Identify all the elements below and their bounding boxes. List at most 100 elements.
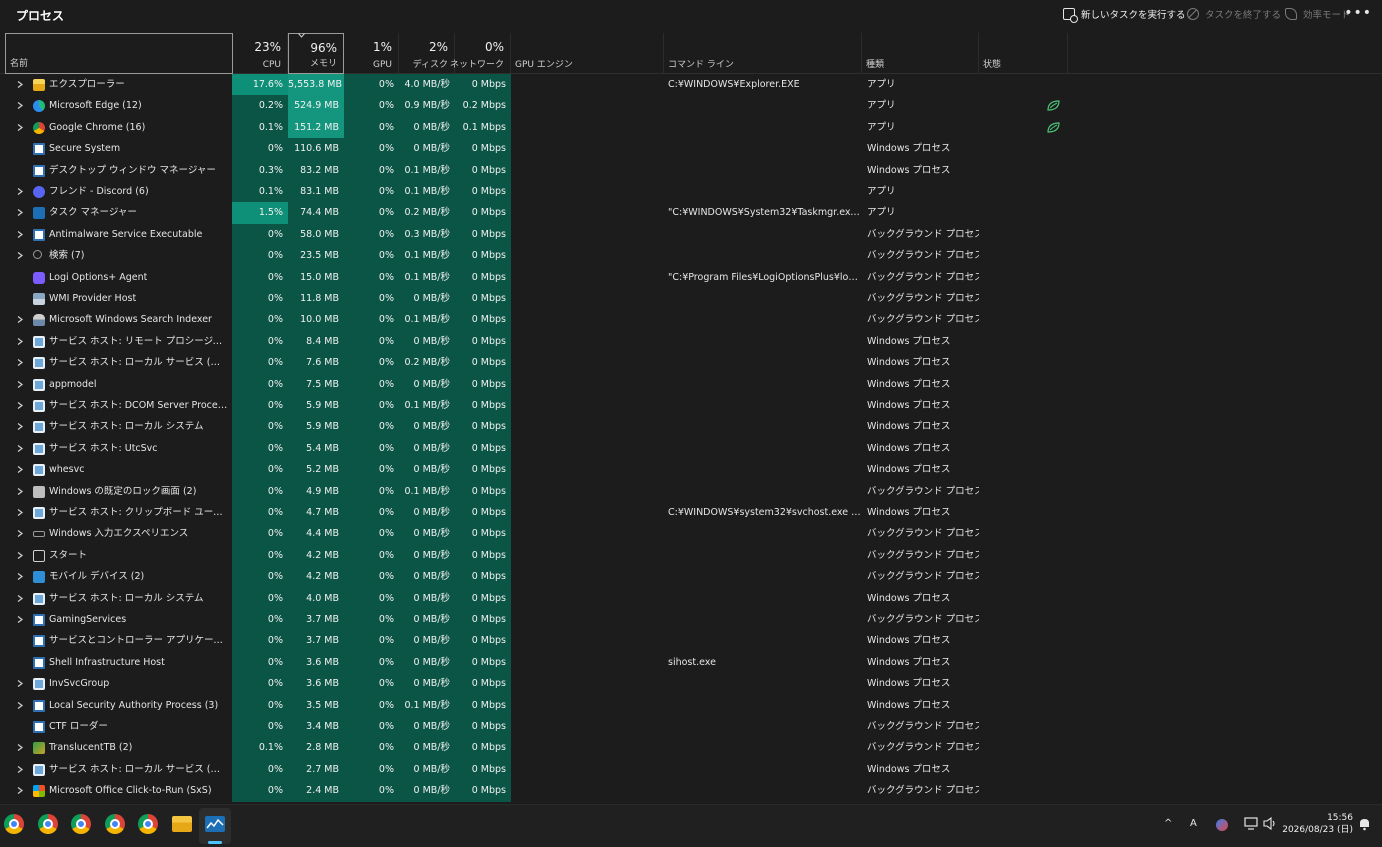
chevron-right-icon[interactable] — [17, 123, 23, 131]
efficiency-mode-button[interactable]: 効率モード — [1285, 6, 1351, 22]
process-row[interactable]: CTF ローダー 0% 3.4 MB 0% 0 MB/秒 0 Mbps バックグラウンド プ… — [0, 716, 1382, 738]
command-line-cell — [664, 459, 862, 480]
chevron-right-icon[interactable] — [17, 466, 23, 474]
chevron-right-icon[interactable] — [17, 701, 23, 709]
show-hidden-icons-chevron-icon[interactable]: ^ — [1164, 818, 1172, 829]
process-row[interactable]: モバイル デバイス (2) 0% 4.2 MB 0% 0 MB/秒 0 Mbps バックグラ… — [0, 566, 1382, 588]
process-name: タスク マネージャー — [49, 207, 137, 219]
chevron-right-icon[interactable] — [17, 337, 23, 345]
process-row[interactable]: GamingServices 0% 3.7 MB 0% 0 MB/秒 0 Mbps バックグ… — [0, 609, 1382, 631]
process-row[interactable]: Local Security Authority Process (3) 0% 3.… — [0, 694, 1382, 716]
chrome-icon[interactable] — [38, 814, 58, 834]
process-row[interactable]: サービス ホスト: ローカル サービス (ネットワークなし)0%7.6 MB0%… — [0, 352, 1382, 374]
volume-icon[interactable] — [1263, 816, 1277, 833]
chevron-right-icon[interactable] — [17, 594, 23, 602]
command-line-column-header[interactable]: コマンド ライン — [664, 33, 862, 74]
process-row[interactable]: サービスとコントローラー アプリケーション 0% 3.7 MB 0% 0 MB/秒 0 M… — [0, 630, 1382, 652]
process-row[interactable]: Shell Infrastructure Host 0% 3.6 MB 0% 0 MB/… — [0, 651, 1382, 674]
process-row[interactable]: Google Chrome (16) 0.1% 151.2 MB 0% 0 MB/秒 0.… — [0, 116, 1382, 139]
notification-bell-icon[interactable] — [1358, 817, 1371, 834]
chevron-right-icon[interactable] — [17, 744, 23, 752]
file-explorer-icon[interactable] — [172, 816, 192, 832]
chevron-right-icon[interactable] — [17, 188, 23, 195]
chevron-right-icon[interactable] — [17, 530, 23, 538]
process-row[interactable]: Windows 入力エクスペリエンス 0% 4.4 MB 0% 0 MB/秒 0 Mbps… — [0, 523, 1382, 545]
task-manager-icon[interactable] — [205, 816, 225, 832]
process-row[interactable]: サービス ホスト: ローカル サービス (ネットワーク制...0%2.7 MB0… — [0, 758, 1382, 781]
command-line-cell: "C:¥Program Files¥LogiOptionsPlus¥logiop… — [668, 271, 862, 283]
process-row[interactable]: サービス ホスト: ローカル システム 0% 5.9 MB 0% 0 MB/秒 0 Mbp… — [0, 416, 1382, 438]
process-row[interactable]: サービス ホスト: リモート プロシージャ コール (2)0%8.4 MB0%0… — [0, 330, 1382, 353]
chevron-right-icon[interactable] — [17, 252, 23, 260]
chrome-icon[interactable] — [4, 814, 24, 834]
chevron-right-icon[interactable] — [17, 765, 23, 773]
more-options-icon[interactable]: ••• — [1344, 5, 1372, 21]
chevron-right-icon[interactable] — [17, 380, 23, 388]
process-row[interactable]: InvSvcGroup 0% 3.6 MB 0% 0 MB/秒 0 Mbps Windows… — [0, 673, 1382, 695]
process-row[interactable]: エクスプローラー 17.6% 5,553.8 MB 0% 4.0 MB/秒 0 Mbps C… — [0, 74, 1382, 96]
chrome-icon[interactable] — [105, 814, 125, 834]
memory-cell: 3.6 MB — [288, 651, 344, 674]
clock[interactable]: 15:56 2026/08/23 (日) — [1282, 812, 1353, 836]
memory-column-header[interactable]: 96% メモリ — [288, 33, 344, 74]
process-row[interactable]: Secure System 0% 110.6 MB 0% 0 MB/秒 0 Mbps Win… — [0, 138, 1382, 160]
chevron-right-icon[interactable] — [17, 230, 23, 238]
chevron-right-icon[interactable] — [17, 81, 23, 88]
type-cell: Windows プロセス — [867, 635, 951, 647]
chevron-right-icon[interactable] — [17, 209, 23, 217]
cpu-cell: 0% — [232, 716, 288, 738]
app-tray-icon[interactable] — [1216, 819, 1228, 831]
chevron-right-icon[interactable] — [17, 423, 23, 431]
chevron-right-icon[interactable] — [17, 359, 23, 367]
process-row[interactable]: フレンド - Discord (6) 0.1% 83.1 MB 0% 0.1 MB/秒 0… — [0, 181, 1382, 203]
chevron-right-icon[interactable] — [17, 616, 23, 623]
chevron-right-icon[interactable] — [17, 551, 23, 559]
chevron-right-icon[interactable] — [17, 573, 23, 581]
process-row[interactable]: Microsoft Edge (12) 0.2% 524.9 MB 0% 0.9 MB/… — [0, 95, 1382, 117]
disk-column-header[interactable]: 2% ディスク — [399, 33, 455, 74]
chrome-icon[interactable] — [138, 814, 158, 834]
process-row[interactable]: WMI Provider Host 0% 11.8 MB 0% 0 MB/秒 0 Mbps… — [0, 288, 1382, 310]
process-row[interactable]: サービス ホスト: ローカル システム 0% 4.0 MB 0% 0 MB/秒 0 Mbp… — [0, 587, 1382, 609]
process-row[interactable]: サービス ホスト: DCOM Server Process Launcher0%… — [0, 395, 1382, 417]
cpu-cell: 0% — [232, 523, 288, 545]
process-row[interactable]: whesvc 0% 5.2 MB 0% 0 MB/秒 0 Mbps Windows プロセス — [0, 459, 1382, 481]
search-icon — [33, 250, 42, 260]
cpu-column-header[interactable]: 23% CPU — [233, 33, 288, 74]
process-row[interactable]: Logi Options+ Agent 0% 15.0 MB 0% 0.1 MB/秒 0 … — [0, 266, 1382, 288]
ime-mode-indicator[interactable]: A — [1190, 818, 1197, 829]
end-task-button[interactable]: タスクを終了する — [1187, 6, 1281, 22]
process-row[interactable]: Antimalware Service Executable 0% 58.0 MB 0… — [0, 223, 1382, 246]
chevron-right-icon[interactable] — [17, 402, 23, 409]
name-column-header[interactable]: 名前 — [5, 33, 233, 74]
status-column-header[interactable]: 状態 — [979, 33, 1068, 74]
chevron-right-icon[interactable] — [17, 787, 23, 795]
process-row[interactable]: サービス ホスト: UtcSvc 0% 5.4 MB 0% 0 MB/秒 0 Mbps Wi… — [0, 437, 1382, 460]
process-row[interactable]: appmodel 0% 7.5 MB 0% 0 MB/秒 0 Mbps Windows プロ… — [0, 373, 1382, 395]
chrome-icon[interactable] — [71, 814, 91, 834]
type-column-header[interactable]: 種類 — [862, 33, 979, 74]
process-name-cell: モバイル デバイス (2) — [0, 566, 232, 587]
run-new-task-button[interactable]: 新しいタスクを実行する — [1063, 6, 1186, 23]
process-row[interactable]: Windows の既定のロック画面 (2) 0% 4.9 MB 0% 0.1 MB/秒 0… — [0, 480, 1382, 502]
chevron-right-icon[interactable] — [17, 102, 23, 110]
process-row[interactable]: 検索 (7) 0% 23.5 MB 0% 0.1 MB/秒 0 Mbps バックグラウンド … — [0, 245, 1382, 267]
cpu-cell: 0% — [232, 437, 288, 460]
chevron-right-icon[interactable] — [17, 509, 23, 516]
process-row[interactable]: Microsoft Windows Search Indexer 0% 10.0 M… — [0, 309, 1382, 331]
gpu-engine-column-header[interactable]: GPU エンジン — [511, 33, 664, 74]
process-row[interactable]: TranslucentTB (2) 0.1% 2.8 MB 0% 0 MB/秒 0 Mbp… — [0, 737, 1382, 759]
chevron-right-icon[interactable] — [17, 487, 23, 495]
process-row[interactable]: デスクトップ ウィンドウ マネージャー 0.3% 83.2 MB 0% 0.1 MB/秒… — [0, 159, 1382, 181]
chevron-right-icon[interactable] — [17, 444, 23, 452]
gpu-column-header[interactable]: 1% GPU — [344, 33, 399, 74]
network-icon[interactable] — [1244, 817, 1258, 833]
process-row[interactable]: サービス ホスト: クリップボード ユーザー サービス_9c...0%4.7 M… — [0, 502, 1382, 524]
network-column-header[interactable]: 0% ネットワーク — [450, 33, 511, 74]
chevron-right-icon[interactable] — [17, 316, 23, 324]
process-name-cell: Logi Options+ Agent — [0, 267, 232, 288]
process-row[interactable]: Microsoft Office Click-to-Run (SxS) 0% 2.4… — [0, 780, 1382, 802]
process-row[interactable]: スタート 0% 4.2 MB 0% 0 MB/秒 0 Mbps バックグラウンド プロセス — [0, 544, 1382, 567]
process-row[interactable]: タスク マネージャー 1.5% 74.4 MB 0% 0.2 MB/秒 0 Mbps "C:… — [0, 202, 1382, 224]
chevron-right-icon[interactable] — [17, 680, 23, 688]
